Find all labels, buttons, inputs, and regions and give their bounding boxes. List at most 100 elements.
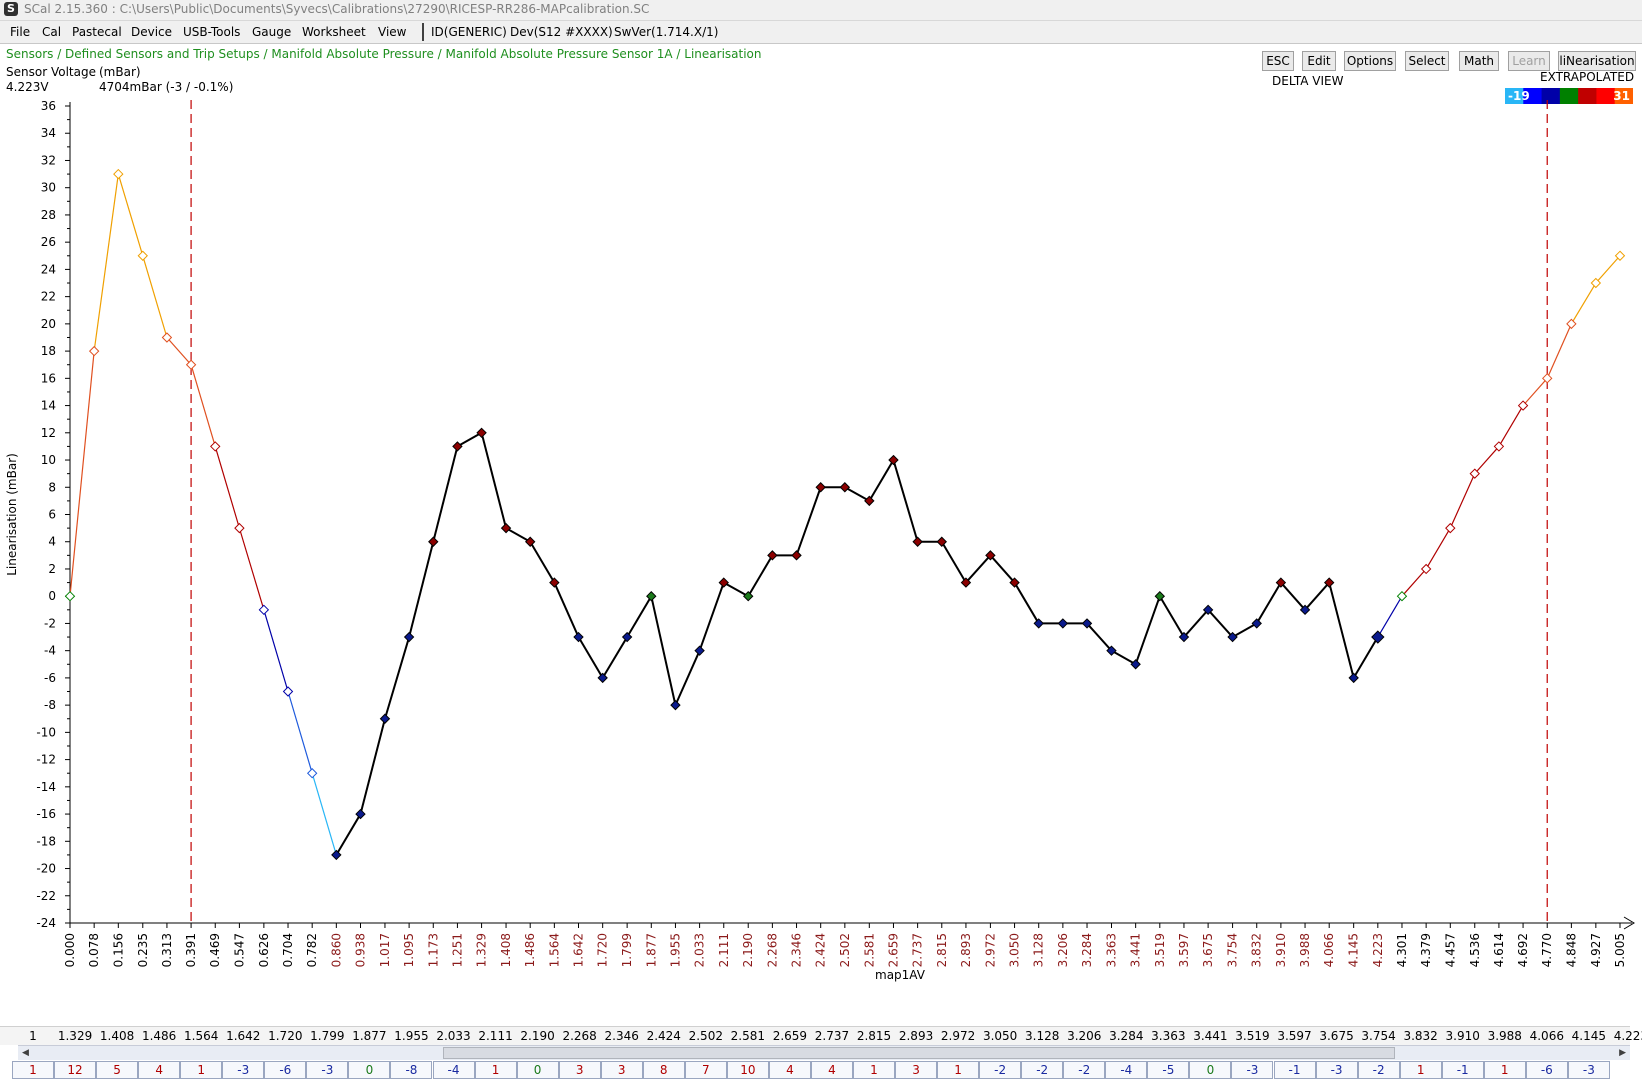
delta-cell[interactable]: 0 xyxy=(516,1061,559,1079)
data-point[interactable] xyxy=(646,590,657,602)
delta-cell[interactable]: -2 xyxy=(979,1061,1022,1079)
data-point[interactable] xyxy=(839,482,851,493)
data-point[interactable] xyxy=(476,427,487,439)
delta-cell[interactable]: 1 xyxy=(1483,1061,1526,1079)
data-point[interactable] xyxy=(1445,522,1456,534)
data-point[interactable] xyxy=(1251,618,1262,629)
delta-cell[interactable]: -3 xyxy=(1567,1061,1610,1079)
data-point[interactable] xyxy=(1154,590,1166,602)
delta-cell[interactable]: -3 xyxy=(306,1061,349,1079)
data-point[interactable] xyxy=(1371,630,1385,644)
delta-cell[interactable]: 4 xyxy=(138,1061,181,1079)
delta-cell[interactable]: 3 xyxy=(558,1061,601,1079)
data-point[interactable] xyxy=(670,699,681,711)
delta-cell[interactable]: -8 xyxy=(390,1061,433,1079)
math-button[interactable]: Math xyxy=(1459,51,1499,71)
data-point[interactable] xyxy=(1033,618,1044,629)
data-point[interactable] xyxy=(864,495,875,507)
menu-gauge[interactable]: Gauge xyxy=(252,25,291,39)
data-point[interactable] xyxy=(888,454,899,466)
delta-cell[interactable]: -1 xyxy=(1273,1061,1316,1079)
delta-cell[interactable]: 3 xyxy=(895,1061,938,1079)
data-point[interactable] xyxy=(331,849,342,861)
delta-cell[interactable]: 1 xyxy=(474,1061,517,1079)
data-point[interactable] xyxy=(694,645,705,656)
data-point[interactable] xyxy=(1566,318,1577,330)
menu-cal[interactable]: Cal xyxy=(42,25,61,39)
delta-cell[interactable]: 1 xyxy=(1399,1061,1442,1079)
data-point[interactable] xyxy=(379,713,391,724)
delta-cell[interactable]: -5 xyxy=(1147,1061,1190,1079)
delta-cell[interactable]: -3 xyxy=(1231,1061,1274,1079)
delta-cell[interactable]: 4 xyxy=(768,1061,811,1079)
data-point[interactable] xyxy=(403,631,415,643)
data-point[interactable] xyxy=(500,522,512,534)
delta-cell[interactable]: 7 xyxy=(684,1061,727,1079)
linearisation-chart[interactable]: -24-22-20-18-16-14-12-10-8-6-4-202468101… xyxy=(0,96,1642,996)
select-button[interactable]: Select xyxy=(1405,51,1449,71)
data-point[interactable] xyxy=(549,577,560,588)
menu-usb-tools[interactable]: USB-Tools xyxy=(183,25,240,39)
data-point[interactable] xyxy=(936,536,947,547)
data-point[interactable] xyxy=(912,536,923,547)
delta-cell[interactable]: 0 xyxy=(1189,1061,1232,1079)
delta-cell[interactable]: -4 xyxy=(432,1061,475,1079)
data-point[interactable] xyxy=(64,590,76,602)
data-point[interactable] xyxy=(1130,659,1141,670)
scroll-thumb[interactable] xyxy=(443,1047,1395,1059)
data-point[interactable] xyxy=(791,550,802,561)
menu-file[interactable]: File xyxy=(10,25,30,39)
delta-cell[interactable]: 1 xyxy=(180,1061,223,1079)
delta-cell[interactable]: -3 xyxy=(1315,1061,1358,1079)
data-point[interactable] xyxy=(524,536,536,547)
menu-view[interactable]: View xyxy=(378,25,406,39)
delta-cell[interactable]: 12 xyxy=(54,1061,97,1079)
data-point[interactable] xyxy=(234,522,245,534)
data-point[interactable] xyxy=(815,482,826,493)
data-point[interactable] xyxy=(137,250,148,261)
delta-cell[interactable]: -6 xyxy=(1525,1061,1568,1079)
delta-cell[interactable]: -3 xyxy=(222,1061,265,1079)
data-point[interactable] xyxy=(88,345,100,357)
data-point[interactable] xyxy=(113,168,124,180)
learn-button[interactable]: Learn xyxy=(1508,51,1550,71)
delta-cell[interactable]: 5 xyxy=(96,1061,139,1079)
data-point[interactable] xyxy=(1348,672,1359,684)
delta-cell[interactable]: -2 xyxy=(1021,1061,1064,1079)
delta-cell[interactable]: -1 xyxy=(1441,1061,1484,1079)
delta-cell[interactable]: 10 xyxy=(726,1061,769,1079)
delta-cell[interactable]: 1 xyxy=(937,1061,980,1079)
delta-cell[interactable]: -4 xyxy=(1105,1061,1148,1079)
data-point[interactable] xyxy=(306,768,318,779)
delta-cell[interactable]: -6 xyxy=(264,1061,307,1079)
data-point[interactable] xyxy=(621,631,633,643)
data-point[interactable] xyxy=(210,441,221,452)
data-point[interactable] xyxy=(355,808,366,820)
scroll-left-icon[interactable]: ◀ xyxy=(22,1048,29,1058)
menu-device[interactable]: Device xyxy=(131,25,172,39)
delta-cell[interactable]: 8 xyxy=(642,1061,685,1079)
data-point[interactable] xyxy=(767,550,778,561)
delta-cell[interactable]: -2 xyxy=(1357,1061,1400,1079)
menu-pastecal[interactable]: Pastecal xyxy=(72,25,122,39)
delta-cell[interactable]: -2 xyxy=(1063,1061,1106,1079)
data-point[interactable] xyxy=(718,577,729,588)
delta-cell[interactable]: 4 xyxy=(810,1061,853,1079)
data-point[interactable] xyxy=(258,604,270,616)
esc-button[interactable]: ESC xyxy=(1262,51,1294,71)
data-point[interactable] xyxy=(282,686,294,697)
horizontal-scrollbar[interactable]: ◀ ▶ xyxy=(18,1045,1630,1061)
menu-worksheet[interactable]: Worksheet xyxy=(302,25,366,39)
data-point[interactable] xyxy=(452,441,463,452)
options-button[interactable]: Options xyxy=(1344,51,1396,71)
linearisation-button[interactable]: liNearisation xyxy=(1558,51,1636,71)
breadcrumb[interactable]: Sensors / Defined Sensors and Trip Setup… xyxy=(6,47,762,61)
data-point[interactable] xyxy=(743,590,754,602)
data-point[interactable] xyxy=(428,536,439,547)
delta-cell[interactable]: 1 xyxy=(12,1061,54,1079)
delta-cell[interactable]: 3 xyxy=(600,1061,643,1079)
scroll-right-icon[interactable]: ▶ xyxy=(1619,1048,1626,1058)
delta-cell[interactable]: 1 xyxy=(853,1061,895,1079)
data-point[interactable] xyxy=(573,631,584,643)
delta-cell[interactable]: 0 xyxy=(348,1061,391,1079)
